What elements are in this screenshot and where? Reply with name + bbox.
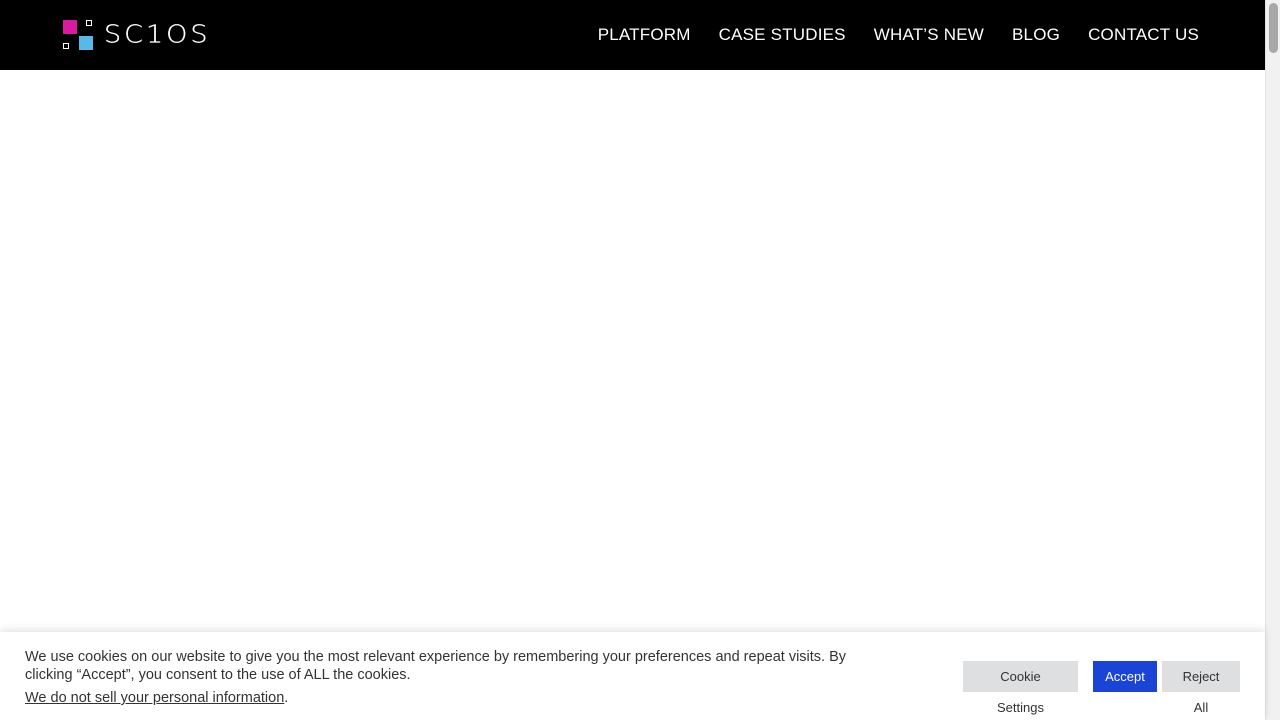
nav-item-case-studies[interactable]: CASE STUDIES [719, 25, 846, 45]
accept-button[interactable]: Accept [1093, 661, 1157, 692]
nav-item-blog[interactable]: BLOG [1012, 25, 1060, 45]
nav-item-contact-us[interactable]: CONTACT US [1088, 25, 1199, 45]
logo-magenta-square [63, 20, 77, 34]
logo-wordmark: SC1OS [104, 20, 211, 49]
cookie-banner: We use cookies on our website to give yo… [0, 632, 1265, 720]
logo-blue-square [79, 36, 93, 50]
cookie-privacy-line: We do not sell your personal information… [25, 689, 288, 707]
nav-item-platform[interactable]: PLATFORM [598, 25, 691, 45]
main-nav: PLATFORM CASE STUDIES WHAT’S NEW BLOG CO… [570, 0, 1199, 70]
do-not-sell-link[interactable]: We do not sell your personal information [25, 690, 284, 706]
cookie-settings-button[interactable]: Cookie Settings [963, 661, 1078, 715]
reject-all-button[interactable]: Reject All [1162, 661, 1240, 715]
cookie-link-suffix: . [284, 690, 289, 706]
scrollbar-thumb[interactable] [1269, 3, 1278, 53]
logo-outline-square [86, 20, 92, 26]
page: SC1OS PLATFORM CASE STUDIES WHAT’S NEW B… [0, 0, 1280, 720]
nav-item-whats-new[interactable]: WHAT’S NEW [874, 25, 984, 45]
logo[interactable]: SC1OS [62, 19, 211, 51]
site-header: SC1OS PLATFORM CASE STUDIES WHAT’S NEW B… [0, 0, 1265, 70]
cookie-message: We use cookies on our website to give yo… [25, 649, 847, 683]
logo-outline-square [63, 43, 69, 49]
scrollbar[interactable] [1265, 0, 1280, 720]
logo-icon [62, 19, 94, 51]
